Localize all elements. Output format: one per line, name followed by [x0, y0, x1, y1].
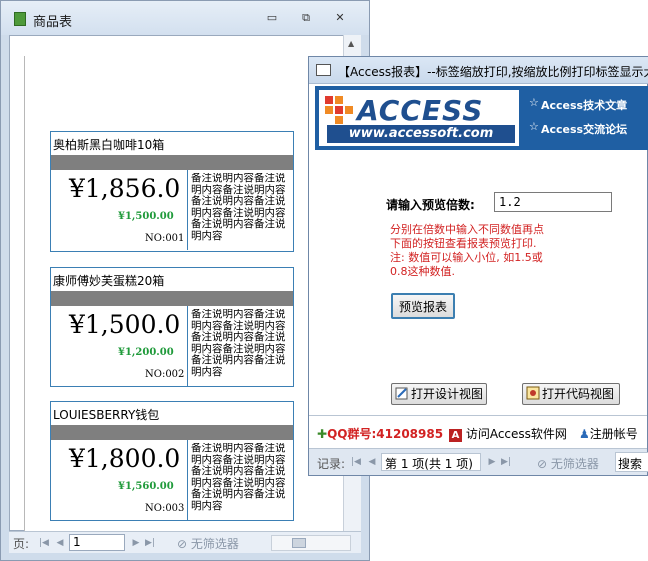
prev-page-icon[interactable]: ◀ [53, 536, 67, 550]
label-note: 备注说明内容备注说明内容备注说明内容备注说明内容备注说明内容备注说明内容备注说明… [191, 173, 286, 242]
minimize-icon[interactable]: ▭ [263, 10, 281, 26]
product-price: ¥1,856.0 [69, 174, 181, 203]
report-statusbar: 页: |◀ ◀ 1 ▶ ▶| ⊘ 无筛选器 [9, 531, 361, 553]
form-footer: ✚QQ群号:41208985 A 访问Access软件网 ♟注册帐号 [309, 415, 647, 447]
tech-articles-link[interactable]: Access技术文章 [541, 97, 627, 113]
logo-squares-icon [325, 96, 353, 124]
label-note: 备注说明内容备注说明内容备注说明内容备注说明内容备注说明内容备注说明内容备注说明… [191, 443, 286, 512]
next-record-icon[interactable]: ▶ [485, 455, 499, 469]
report-title: 商品表 [33, 15, 73, 30]
access-icon: A [449, 429, 462, 442]
last-page-icon[interactable]: ▶| [143, 536, 157, 550]
form-window: 【Access报表】--标签缩放打印,按缩放比例打印标签显示大 ACCESS w… [308, 56, 648, 476]
first-page-icon[interactable]: |◀ [37, 536, 51, 550]
last-record-icon[interactable]: ▶| [499, 455, 513, 469]
form-filter-status[interactable]: ⊘ 无筛选器 [537, 455, 599, 472]
register-link[interactable]: ♟注册帐号 [579, 425, 638, 442]
product-name: 康师傅妙芙蛋糕20箱 [53, 274, 165, 288]
report-icon [14, 12, 26, 26]
label-number: NO:002 [145, 369, 185, 380]
product-name: 奥柏斯黑白咖啡10箱 [53, 138, 165, 152]
product-price: ¥1,800.0 [69, 444, 181, 473]
product-label-card: 奥柏斯黑白咖啡10箱 ¥1,856.0 ¥1,500.00 NO:001 备注说… [50, 131, 294, 252]
filter-status[interactable]: ⊘ 无筛选器 [177, 535, 239, 552]
forum-link[interactable]: Access交流论坛 [541, 121, 627, 137]
filter-icon: ⊘ [177, 537, 191, 551]
restore-icon[interactable]: ⧉ [297, 10, 315, 26]
label-number: NO:001 [145, 233, 185, 244]
next-page-icon[interactable]: ▶ [129, 536, 143, 550]
hint-line: 分别在倍数中输入不同数值再点 [390, 223, 544, 236]
hint-line: 注: 数值可以输入小位, 如1.5或 [390, 251, 543, 264]
product-label-card: LOUIESBERRY钱包 ¥1,800.0 ¥1,560.00 NO:003 … [50, 401, 294, 521]
report-titlebar[interactable]: 商品表 ▭ ⧉ ✕ [1, 1, 369, 35]
product-price: ¥1,500.0 [69, 310, 181, 339]
prev-record-icon[interactable]: ◀ [365, 455, 379, 469]
horizontal-scrollbar[interactable] [271, 535, 351, 551]
product-name: LOUIESBERRY钱包 [53, 408, 160, 422]
label-number: NO:003 [145, 503, 185, 514]
record-navigator: 记录: |◀ ◀ 第 1 项(共 1 项) ▶ ▶| ⊘ 无筛选器 搜索 [309, 448, 648, 475]
record-label: 记录: [317, 457, 346, 471]
label-band [51, 425, 293, 440]
first-record-icon[interactable]: |◀ [349, 455, 363, 469]
qq-group[interactable]: ✚QQ群号:41208985 [317, 425, 443, 442]
star-icon: ☆ [529, 120, 539, 133]
accessoft-banner: ACCESS www.accessoft.com ☆ Access技术文章 ☆ … [315, 86, 648, 150]
visit-site-link[interactable]: A 访问Access软件网 [449, 425, 567, 442]
logo-text: ACCESS [357, 94, 484, 127]
label-band [51, 291, 293, 306]
discount-price: ¥1,500.00 [118, 211, 174, 222]
user-add-icon: ✚ [317, 427, 328, 441]
preview-report-button[interactable]: 预览报表 [391, 293, 455, 319]
scroll-thumb[interactable] [292, 538, 306, 548]
design-view-label: 打开设计视图 [411, 387, 484, 401]
label-band [51, 155, 293, 170]
open-code-view-button[interactable]: 打开代码视图 [522, 383, 620, 405]
discount-price: ¥1,200.00 [118, 347, 174, 358]
page-number-input[interactable]: 1 [69, 534, 125, 551]
close-icon[interactable]: ✕ [331, 10, 349, 26]
design-view-icon [395, 387, 408, 400]
form-titlebar[interactable]: 【Access报表】--标签缩放打印,按缩放比例打印标签显示大 [309, 57, 648, 84]
label-divider [187, 306, 188, 386]
star-icon: ☆ [529, 96, 539, 109]
label-note: 备注说明内容备注说明内容备注说明内容备注说明内容备注说明内容备注说明内容备注说明… [191, 309, 286, 378]
form-icon [316, 64, 331, 76]
logo-url: www.accessoft.com [327, 125, 515, 143]
zoom-input[interactable]: 1.2 [494, 192, 612, 212]
open-design-view-button[interactable]: 打开设计视图 [391, 383, 487, 405]
hint-line: 下面的按钮查看报表预览打印. [390, 237, 537, 250]
discount-price: ¥1,560.00 [118, 481, 174, 492]
users-icon: ♟ [579, 427, 590, 441]
code-view-icon [526, 386, 540, 400]
record-position[interactable]: 第 1 项(共 1 项) [381, 453, 481, 471]
hint-line: 0.8这种数值. [390, 265, 455, 278]
product-label-card: 康师傅妙芙蛋糕20箱 ¥1,500.0 ¥1,200.00 NO:002 备注说… [50, 267, 294, 387]
access-logo[interactable]: ACCESS www.accessoft.com [319, 90, 519, 146]
form-title: 【Access报表】--标签缩放打印,按缩放比例打印标签显示大 [338, 65, 648, 79]
filter-icon: ⊘ [537, 457, 551, 471]
label-divider [187, 440, 188, 520]
zoom-label: 请输入预览倍数: [386, 198, 475, 212]
page-label: 页: [13, 537, 30, 551]
code-view-label: 打开代码视图 [542, 387, 615, 401]
label-divider [187, 170, 188, 250]
search-box[interactable]: 搜索 [615, 452, 648, 472]
scroll-up-icon[interactable]: ▲ [348, 39, 354, 48]
